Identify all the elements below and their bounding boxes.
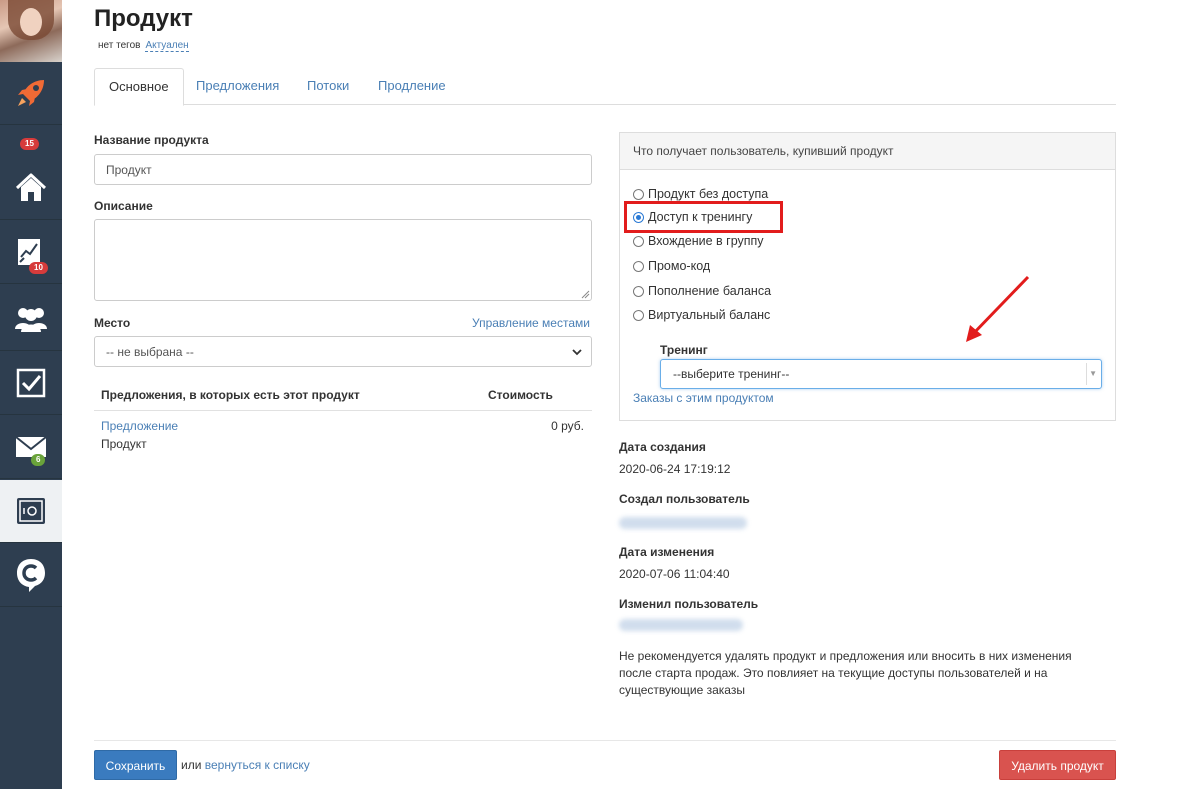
radio-label: Продукт без доступа	[648, 187, 769, 201]
rocket-icon	[18, 80, 44, 106]
tab-streams[interactable]: Потоки	[293, 68, 363, 105]
resize-handle-icon[interactable]	[581, 290, 590, 299]
description-textarea[interactable]	[94, 219, 592, 301]
product-name-label: Название продукта	[94, 133, 209, 147]
offer-price: 0 руб.	[551, 419, 584, 433]
users-icon	[15, 308, 47, 332]
radio-label: Вхождение в группу	[648, 234, 764, 248]
place-label: Место	[94, 316, 131, 330]
radio-no-access[interactable]: Продукт без доступа	[633, 187, 768, 201]
back-to-list-link[interactable]: вернуться к списку	[205, 758, 310, 772]
chevron-down-icon	[572, 349, 582, 356]
status-link[interactable]: Актуален	[145, 40, 189, 52]
arrow-annotation-icon	[966, 275, 1030, 342]
offer-link[interactable]: Предложение	[101, 419, 178, 433]
modified-by-user-blurred	[619, 619, 743, 631]
created-date-label: Дата создания	[619, 440, 706, 454]
radio-label: Виртуальный баланс	[648, 308, 771, 322]
or-label: или	[181, 758, 202, 772]
manage-places-link[interactable]: Управление местами	[472, 316, 590, 330]
sidebar: 15 10 6	[0, 0, 62, 789]
highlight-box	[624, 201, 783, 233]
radio-button[interactable]	[633, 188, 644, 200]
sidebar-item-home[interactable]	[0, 157, 62, 220]
safe-icon	[17, 498, 45, 524]
radio-button[interactable]	[633, 309, 644, 321]
table-row: Предложение Продукт 0 руб.	[94, 411, 592, 461]
radio-group-join[interactable]: Вхождение в группу	[633, 234, 764, 248]
save-button[interactable]: Сохранить	[94, 750, 177, 780]
checkbox-icon	[16, 368, 46, 398]
radio-button[interactable]	[633, 260, 644, 272]
caret-down-icon: ▼	[1089, 369, 1097, 378]
chart-badge: 10	[29, 262, 48, 274]
access-panel-heading: Что получает пользователь, купивший прод…	[620, 133, 1115, 170]
radio-label: Пополнение баланса	[648, 284, 772, 298]
footer-divider	[94, 740, 1116, 741]
sidebar-item-tasks[interactable]	[0, 352, 62, 415]
radio-balance-topup[interactable]: Пополнение баланса	[633, 284, 771, 298]
footer-or-text: или вернуться к списку	[181, 758, 310, 772]
offers-column-header: Предложения, в которых есть этот продукт	[101, 388, 360, 402]
created-by-user-blurred	[619, 517, 747, 529]
tags-line: нет тегов Актуален	[98, 40, 189, 52]
mail-badge: 6	[31, 454, 46, 466]
training-select[interactable]: --выберите тренинг-- ▼	[660, 359, 1102, 389]
sidebar-item-mail[interactable]	[0, 416, 62, 479]
rocket-badge: 15	[20, 138, 39, 150]
sidebar-item-chart[interactable]	[0, 221, 62, 284]
delete-product-button[interactable]: Удалить продукт	[999, 750, 1116, 780]
tab-offers[interactable]: Предложения	[182, 68, 293, 105]
offers-table-header: Предложения, в которых есть этот продукт…	[94, 378, 592, 411]
place-select-value: -- не выбрана --	[106, 344, 194, 359]
tags-text: нет тегов	[98, 40, 141, 51]
select-divider	[1086, 363, 1087, 385]
warning-note: Не рекомендуется удалять продукт и предл…	[619, 649, 1072, 697]
training-select-value: --выберите тренинг--	[673, 367, 790, 381]
orders-with-product-link[interactable]: Заказы с этим продуктом	[633, 391, 774, 405]
tabs-bar: Основное Предложения Потоки Продление	[94, 68, 1116, 106]
price-column-header: Стоимость	[488, 388, 553, 402]
avatar[interactable]	[0, 0, 62, 62]
modified-date-label: Дата изменения	[619, 545, 715, 559]
modified-by-label: Изменил пользователь	[619, 597, 759, 611]
chat-logo-icon	[17, 559, 45, 592]
sidebar-item-users[interactable]	[0, 288, 62, 351]
offer-product: Продукт	[101, 437, 147, 451]
radio-button[interactable]	[633, 285, 644, 297]
radio-button[interactable]	[633, 235, 644, 247]
sidebar-item-products[interactable]	[0, 480, 62, 543]
modified-date-value: 2020-07-06 11:04:40	[619, 567, 730, 581]
radio-virtual-balance[interactable]: Виртуальный баланс	[633, 308, 770, 322]
place-select[interactable]: -- не выбрана --	[94, 336, 592, 367]
created-by-label: Создал пользователь	[619, 492, 750, 506]
page-title: Продукт	[94, 5, 193, 32]
product-name-input[interactable]: Продукт	[94, 154, 592, 185]
tab-main[interactable]: Основное	[94, 68, 184, 106]
tab-renewal[interactable]: Продление	[364, 68, 460, 105]
sidebar-item-chat[interactable]	[0, 544, 62, 607]
description-label: Описание	[94, 199, 153, 213]
sidebar-item-rocket[interactable]	[0, 62, 62, 125]
radio-label: Промо-код	[648, 259, 711, 273]
home-icon	[15, 173, 47, 201]
radio-promo-code[interactable]: Промо-код	[633, 259, 710, 273]
created-date-value: 2020-06-24 17:19:12	[619, 462, 731, 476]
training-label: Тренинг	[660, 343, 708, 357]
offers-table: Предложения, в которых есть этот продукт…	[94, 378, 592, 461]
